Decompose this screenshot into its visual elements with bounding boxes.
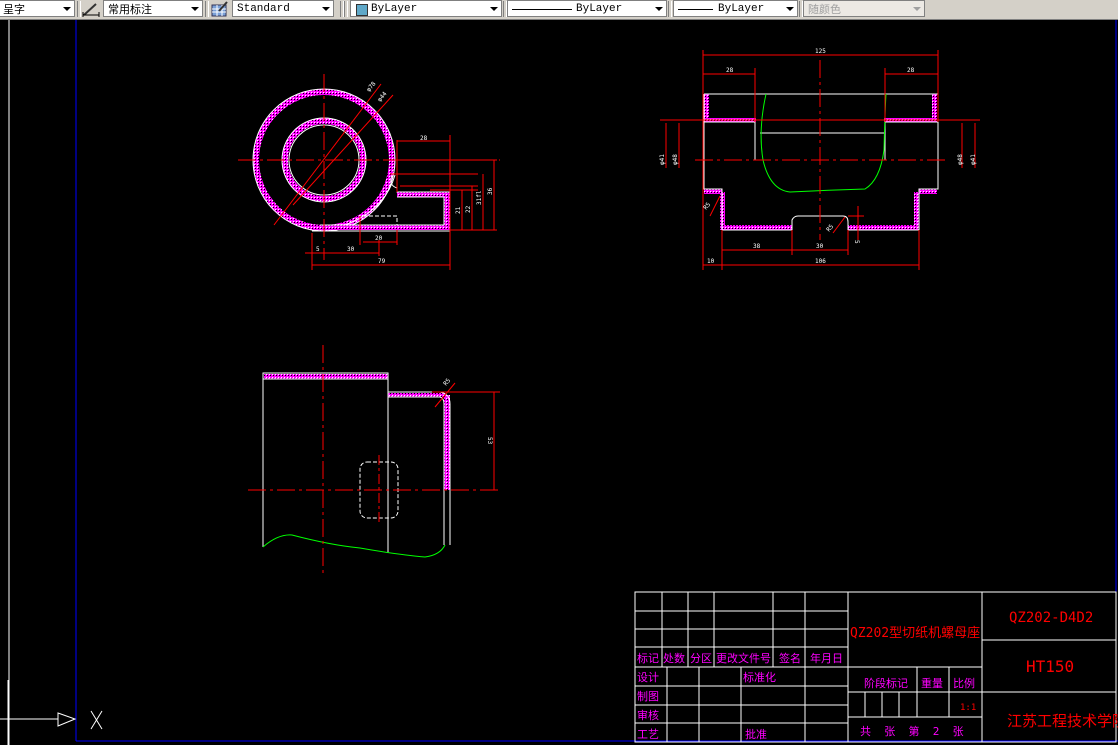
dim-label: 20: [375, 235, 383, 242]
material: HT150: [1026, 657, 1074, 676]
dim-label: 30: [347, 246, 355, 253]
properties-toolbar: 呈字 常用标注 Standard ByLayer ByLayer ByLayer…: [0, 0, 1118, 20]
dim-label: 31fl: [476, 190, 483, 205]
scale-label: 比例: [953, 676, 975, 690]
color-dropdown[interactable]: ByLayer: [350, 0, 502, 17]
text-style-value: 呈字: [3, 3, 25, 16]
dim-style-dropdown[interactable]: 常用标注: [103, 0, 203, 17]
dim-label: 22: [465, 205, 472, 213]
dim-label: 125: [815, 48, 826, 55]
dim-style-icon: [82, 3, 100, 17]
color-swatch-icon: [356, 4, 368, 16]
dim-label: 28: [726, 67, 734, 74]
chevron-down-icon: [655, 7, 663, 11]
scale-value: 1:1: [960, 703, 976, 713]
plot-style-dropdown: 随颜色: [803, 0, 925, 17]
separator: [77, 1, 81, 17]
side-view: R5 53: [248, 345, 500, 575]
standardization-label: 标准化: [743, 670, 776, 684]
dim-label: 28: [420, 135, 428, 142]
separator: [344, 1, 348, 17]
ucs-icon: [0, 680, 103, 745]
header-date: 年月日: [810, 651, 843, 665]
dim-label: 5: [316, 246, 320, 253]
dim-style-value: 常用标注: [108, 3, 152, 16]
header-zone: 分区: [690, 652, 712, 665]
approve-label: 批准: [745, 727, 767, 741]
chevron-down-icon: [191, 7, 199, 11]
dim-label: φ48: [957, 154, 964, 165]
dim-label: 79: [378, 258, 386, 265]
stage-mark-label: 阶段标记: [864, 676, 908, 690]
chevron-down-icon: [786, 7, 794, 11]
front-section-view: 125 28 28 φ41 φ48 φ48 φ41 R5 R5 5 38 30 …: [659, 48, 980, 270]
dim-label: φ41: [659, 154, 666, 165]
linetype-value: ByLayer: [576, 3, 623, 15]
dim-label: 21: [455, 206, 462, 214]
header-count: 处数: [663, 652, 685, 665]
dim-label: 30: [816, 243, 824, 250]
separator: [668, 1, 672, 17]
color-value: ByLayer: [371, 3, 418, 15]
linetype-dropdown[interactable]: ByLayer: [507, 0, 667, 17]
dim-label: R5: [442, 377, 452, 387]
table-style-icon: [211, 1, 228, 17]
line-sample-icon: [512, 9, 572, 10]
table-style-dropdown[interactable]: Standard: [232, 0, 334, 17]
dim-label: 38: [753, 243, 761, 250]
row-drafting: 制图: [637, 690, 659, 703]
header-change-doc: 更改文件号: [716, 651, 771, 665]
dim-label: 28: [907, 67, 915, 74]
header-mark: 标记: [637, 651, 659, 665]
top-view: φ78 φ44 28 36 31fl 22 21 20 5 30 79: [238, 74, 500, 270]
dim-label: 10: [707, 258, 715, 265]
line-sample-icon: [678, 9, 713, 10]
drawing-number: QZ202-D4D2: [1009, 610, 1093, 626]
plot-style-value: 随颜色: [808, 3, 841, 16]
dim-label: 5: [853, 240, 860, 244]
table-style-value: Standard: [237, 3, 290, 15]
dim-label: 53: [486, 437, 493, 445]
school-name: 江苏工程技术学院: [1007, 712, 1118, 730]
chevron-down-icon: [490, 7, 498, 11]
dim-label: R5: [702, 201, 712, 211]
sheet-count: 共 张 第 2 张: [860, 724, 964, 738]
drawing-canvas[interactable]: φ78 φ44 28 36 31fl 22 21 20 5 30 79 125 …: [0, 20, 1118, 745]
row-process: 工艺: [637, 728, 659, 741]
lineweight-dropdown[interactable]: ByLayer: [673, 0, 798, 17]
dim-label: 106: [815, 258, 826, 265]
header-signature: 签名: [779, 651, 801, 665]
row-review: 审核: [637, 708, 659, 722]
dim-label: φ41: [970, 154, 977, 165]
chevron-down-icon: [63, 7, 71, 11]
lineweight-value: ByLayer: [718, 3, 765, 15]
chevron-down-icon: [913, 7, 921, 11]
dim-label: 36: [487, 187, 494, 195]
part-name: QZ202型切纸机螺母座: [850, 626, 980, 641]
chevron-down-icon: [322, 7, 330, 11]
separator: [205, 1, 209, 17]
dim-label: φ48: [672, 154, 679, 165]
text-style-dropdown[interactable]: 呈字: [0, 0, 75, 17]
weight-label: 重量: [921, 676, 943, 690]
row-design: 设计: [637, 671, 659, 684]
